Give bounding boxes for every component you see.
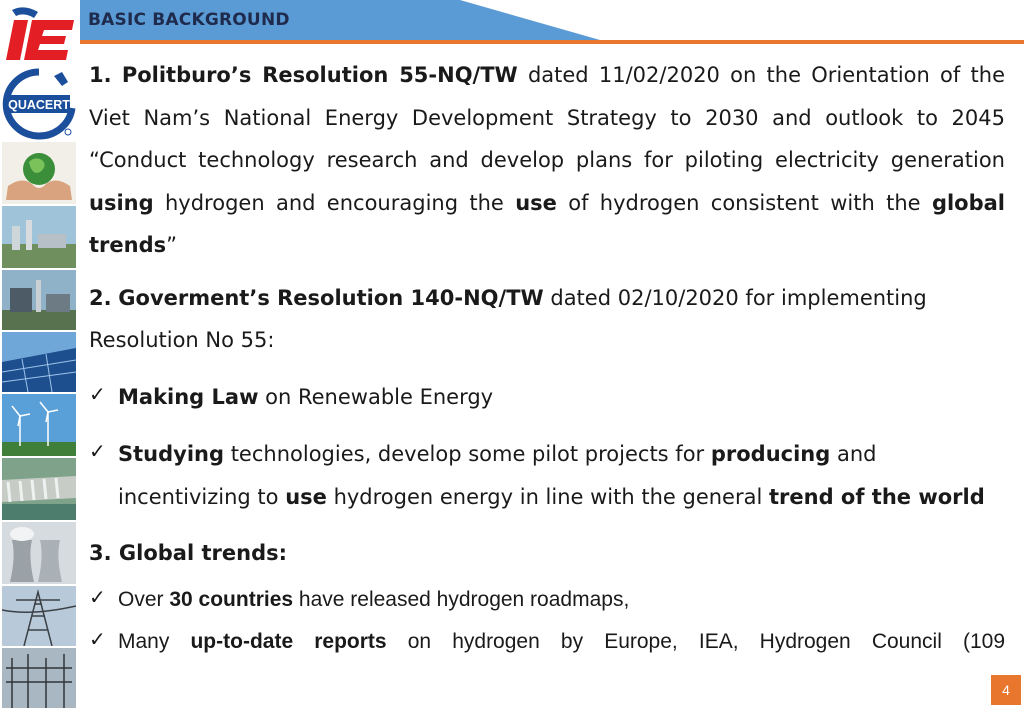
checkmark-icon: ✓ bbox=[89, 627, 106, 651]
section-3-title: 3. Global trends: bbox=[89, 541, 287, 565]
section-1-number: 1. bbox=[89, 63, 112, 87]
section-2-item-2: ✓ Studying technologies, develop some pi… bbox=[89, 433, 1005, 518]
item-1-bold: Making Law bbox=[118, 384, 259, 409]
s3-item-1-text-1: Over bbox=[118, 587, 170, 611]
s3-item-2-text-1: Many bbox=[118, 630, 191, 653]
item-2-text-3: hydrogen energy in line with the general bbox=[326, 484, 769, 509]
quacert-label: QUACERT bbox=[8, 98, 70, 112]
page-number-badge: 4 bbox=[991, 675, 1021, 705]
s3-item-1-text-2: have released hydrogen roadmaps, bbox=[293, 587, 630, 611]
power-plant-thumbnail bbox=[2, 206, 76, 268]
solar-panel-thumbnail bbox=[2, 332, 76, 392]
section-2-title: Goverment’s Resolution 140-NQ/TW bbox=[118, 285, 544, 310]
item-1-text: on Renewable Energy bbox=[258, 384, 494, 409]
section-3-item-2: ✓ Many up-to-date reports on hydrogen by… bbox=[89, 621, 1005, 664]
checkmark-icon: ✓ bbox=[89, 584, 106, 609]
ie-logo-icon bbox=[6, 7, 74, 60]
section-1-title: Politburo’s Resolution 55-NQ/TW bbox=[121, 63, 518, 87]
factory-thumbnail bbox=[2, 270, 76, 330]
transmission-tower-thumbnail bbox=[2, 586, 76, 646]
section-1-bold-using: using bbox=[89, 190, 154, 215]
item-2-bold-use: use bbox=[285, 484, 327, 509]
section-1-text-d: ” bbox=[166, 233, 178, 257]
section-1-text-b: hydrogen and encouraging the bbox=[153, 190, 516, 215]
item-2-bold-producing: producing bbox=[710, 442, 831, 466]
checkmark-icon: ✓ bbox=[89, 381, 106, 406]
slide-content: 1. Politburo’s Resolution 55-NQ/TW dated… bbox=[89, 54, 1005, 664]
section-2-number: 2. bbox=[89, 285, 112, 310]
section-1-bold-use: use bbox=[515, 190, 557, 215]
item-2-bold-studying: Studying bbox=[118, 442, 225, 466]
section-3-item-1: ✓ Over 30 countries have released hydrog… bbox=[89, 579, 1005, 622]
section-2-paragraph: 2. Goverment’s Resolution 140-NQ/TW date… bbox=[89, 277, 1005, 362]
cooling-tower-thumbnail bbox=[2, 522, 76, 584]
item-2-text-1: technologies, develop some pilot project… bbox=[224, 442, 711, 466]
s3-item-1-bold: 30 countries bbox=[169, 587, 294, 611]
sidebar: QUACERT bbox=[0, 0, 78, 708]
checkmark-icon: ✓ bbox=[89, 439, 106, 463]
globe-hands-icon bbox=[2, 142, 76, 204]
quacert-logo-icon: QUACERT bbox=[2, 68, 76, 140]
section-2-item-1: ✓ Making Law on Renewable Energy bbox=[89, 376, 1005, 419]
wind-turbine-thumbnail bbox=[2, 394, 76, 456]
page-title: BASIC BACKGROUND bbox=[88, 10, 290, 30]
item-2-bold-trend: trend of the world bbox=[769, 484, 985, 509]
substation-thumbnail bbox=[2, 648, 76, 708]
s3-item-2-text-2: on hydrogen by Europe, IEA, Hydrogen Cou… bbox=[386, 630, 1006, 653]
s3-item-2-bold: up-to-date reports bbox=[190, 630, 387, 653]
hydro-dam-thumbnail bbox=[2, 458, 76, 520]
section-1-text-c: of hydrogen consistent with the bbox=[556, 190, 932, 215]
section-1-paragraph: 1. Politburo’s Resolution 55-NQ/TW dated… bbox=[89, 54, 1005, 267]
